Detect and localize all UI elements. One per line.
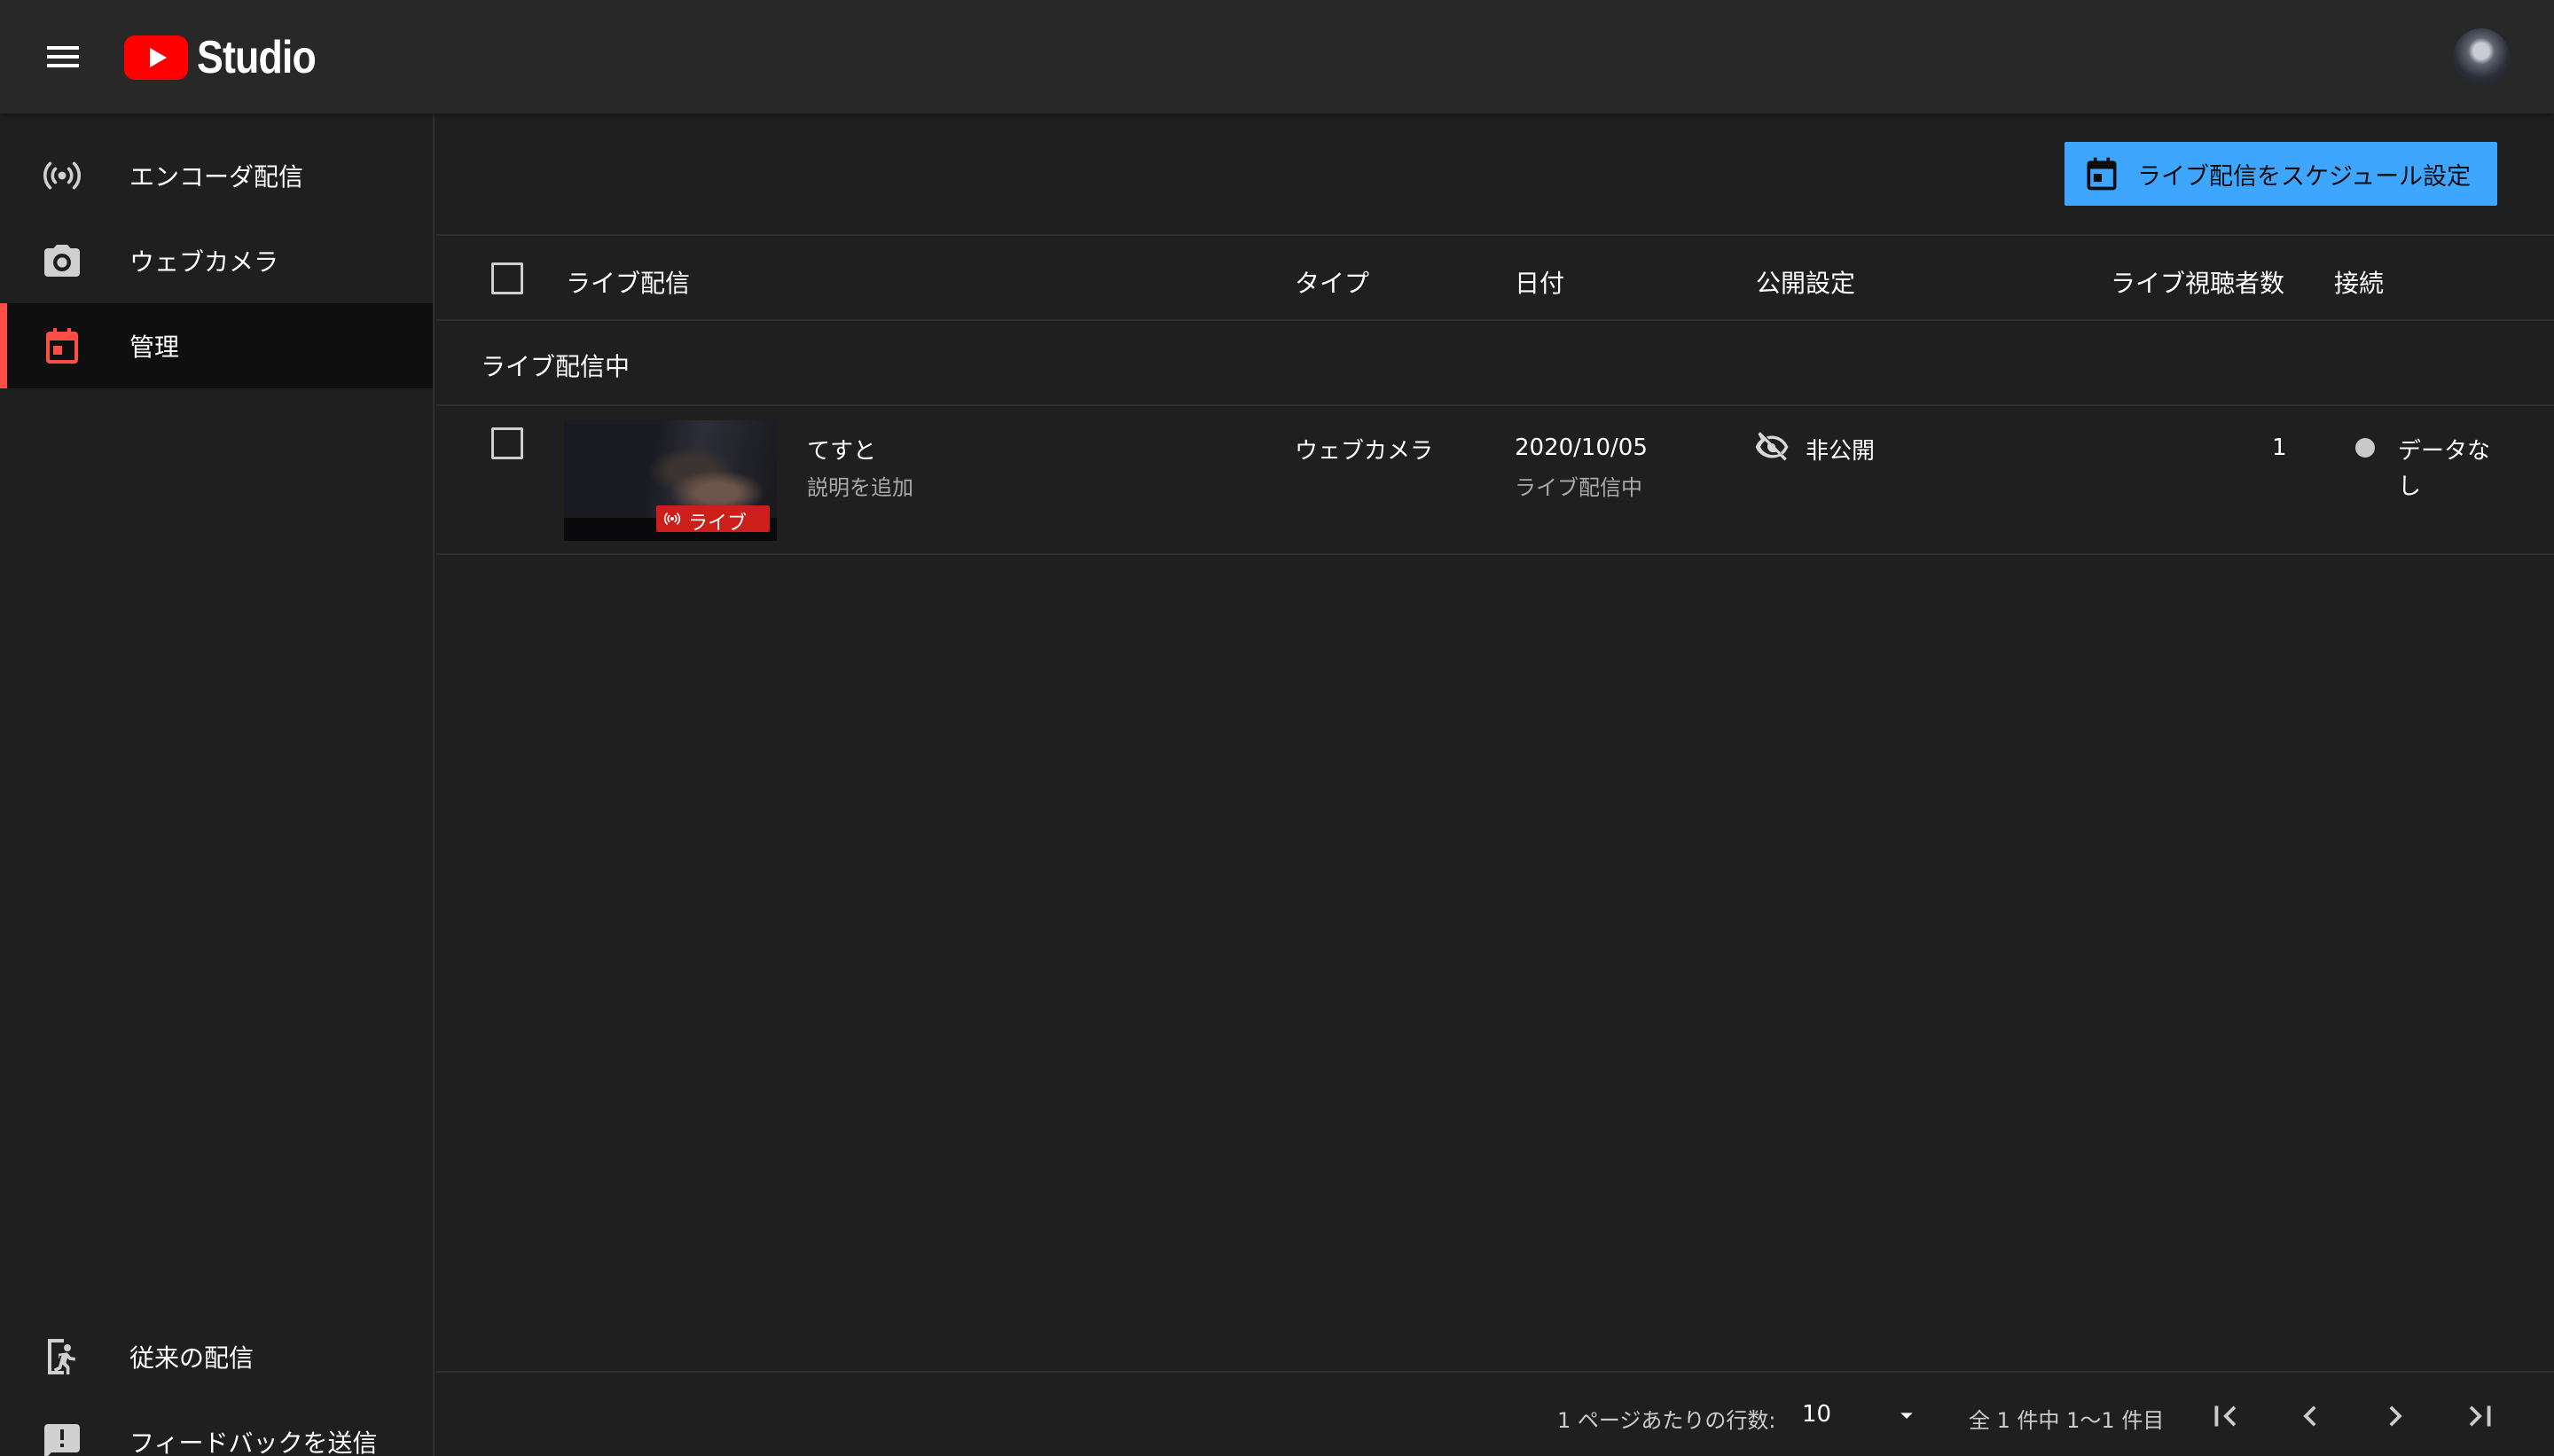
schedule-stream-button[interactable]: ライブ配信をスケジュール設定	[2064, 142, 2497, 206]
sidebar-item-classic[interactable]: 従来の配信	[0, 1314, 433, 1399]
first-page-button[interactable]	[2205, 1396, 2245, 1436]
camera-icon	[41, 239, 83, 282]
calendar-icon	[2082, 154, 2121, 193]
youtube-logo-icon	[124, 35, 188, 80]
first-page-icon	[2214, 1405, 2237, 1427]
feedback-icon	[41, 1421, 83, 1456]
stream-thumbnail[interactable]: ライブ	[564, 420, 777, 541]
broadcast-icon	[41, 154, 83, 197]
youtube-studio-logo[interactable]: Studio	[124, 30, 335, 85]
select-all-checkbox[interactable]	[491, 262, 523, 294]
calendar-icon	[41, 325, 83, 367]
chevron-left-icon	[2303, 1405, 2316, 1427]
stream-type: ウェブカメラ	[1295, 438, 1434, 465]
column-header-connection[interactable]: 接続	[2334, 264, 2384, 300]
account-avatar[interactable]	[2453, 28, 2510, 85]
next-page-button[interactable]	[2375, 1396, 2416, 1436]
column-header-viewers[interactable]: ライブ視聴者数	[2111, 264, 2284, 300]
sidebar-item-label: 従来の配信	[129, 1343, 255, 1373]
sidebar-item-encoder[interactable]: エンコーダ配信	[0, 133, 433, 218]
sidebar-item-manage[interactable]: 管理	[0, 303, 433, 388]
stream-title[interactable]: てすと	[807, 433, 876, 466]
last-page-button[interactable]	[2460, 1396, 2501, 1436]
stream-date-status: ライブ配信中	[1515, 475, 1642, 500]
rows-per-page-value: 10	[1802, 1401, 1832, 1428]
chevron-right-icon	[2389, 1405, 2402, 1427]
sidebar-item-label: ウェブカメラ	[129, 247, 279, 277]
sidebar-item-label: フィードバックを送信	[129, 1429, 378, 1456]
row-checkbox[interactable]	[491, 427, 523, 459]
connection-status-dot	[2355, 438, 2375, 458]
previous-page-button[interactable]	[2290, 1396, 2331, 1436]
sidebar-item-label: エンコーダ配信	[129, 162, 304, 192]
visibility-off-icon	[1754, 429, 1790, 465]
pagination-bar: 1 ページあたりの行数: 10 全 1 件中 1〜1 件目	[436, 1371, 2554, 1456]
connection-status-line2: し	[2398, 474, 2422, 500]
sidebar-item-webcam[interactable]: ウェブカメラ	[0, 218, 433, 303]
stream-description[interactable]: 説明を追加	[807, 470, 913, 501]
column-header-visibility[interactable]: 公開設定	[1756, 264, 1855, 300]
live-badge-label: ライブ	[688, 513, 748, 535]
rows-per-page-label: 1 ページあたりの行数:	[1557, 1408, 1776, 1433]
toolbar: ライブ配信をスケジュール設定	[436, 114, 2554, 236]
sidebar-item-feedback[interactable]: フィードバックを送信	[0, 1399, 433, 1456]
rows-per-page-select[interactable]: 10	[1802, 1392, 1944, 1438]
logo-text: Studio	[197, 32, 317, 83]
column-header-type[interactable]: タイプ	[1295, 264, 1369, 300]
table-header: ライブ配信 タイプ 日付 公開設定 ライブ視聴者数 接続	[436, 236, 2554, 321]
last-page-icon	[2469, 1405, 2491, 1427]
app-root: Studio エンコーダ配信 ウェブカメラ 管理 従来の配信 フィードバックを送…	[0, 0, 2554, 1456]
top-header: Studio	[0, 0, 2554, 114]
main-content: ライブ配信をスケジュール設定 ライブ配信 タイプ 日付 公開設定 ライブ視聴者数…	[436, 114, 2554, 1456]
stream-date: 2020/10/05	[1515, 434, 1648, 461]
page-range-label: 全 1 件中 1〜1 件目	[1969, 1408, 2165, 1433]
section-live-now: ライブ配信中	[436, 321, 2554, 406]
column-header-stream[interactable]: ライブ配信	[566, 264, 690, 300]
stream-visibility[interactable]: 非公開	[1806, 433, 1875, 466]
sidebar: エンコーダ配信 ウェブカメラ 管理 従来の配信 フィードバックを送信	[0, 114, 435, 1456]
menu-icon[interactable]	[39, 35, 87, 78]
sidebar-item-label: 管理	[129, 333, 180, 362]
live-badge: ライブ	[656, 505, 770, 535]
stream-viewers: 1	[2272, 434, 2287, 461]
connection-status-line1: データな	[2398, 438, 2491, 465]
exit-icon	[41, 1335, 83, 1378]
schedule-stream-label: ライブ配信をスケジュール設定	[2137, 162, 2472, 191]
section-label: ライブ配信中	[481, 352, 631, 381]
live-broadcast-icon	[663, 513, 681, 525]
dropdown-arrow-icon	[1900, 1413, 1913, 1419]
column-header-date[interactable]: 日付	[1515, 264, 1564, 300]
